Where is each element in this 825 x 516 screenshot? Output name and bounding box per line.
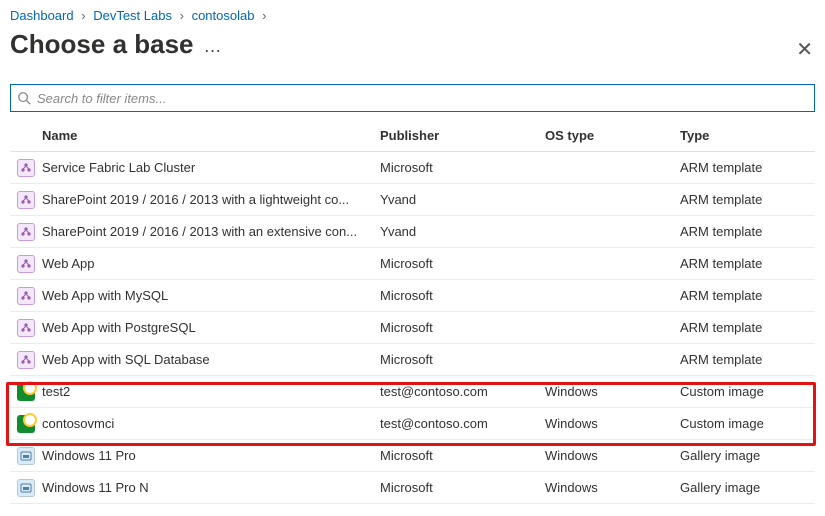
cell-type: ARM template xyxy=(680,224,815,239)
cell-type: ARM template xyxy=(680,288,815,303)
cell-type: ARM template xyxy=(680,320,815,335)
arm-template-icon xyxy=(17,255,35,273)
gallery-image-icon xyxy=(17,479,35,497)
more-actions-button[interactable]: … xyxy=(204,36,222,57)
cell-name: Web App with PostgreSQL xyxy=(42,320,380,335)
search-input[interactable] xyxy=(35,90,808,107)
table-row[interactable]: Web AppMicrosoft ARM template xyxy=(10,248,815,280)
col-header-ostype[interactable]: OS type xyxy=(545,128,680,143)
cell-name: SharePoint 2019 / 2016 / 2013 with a lig… xyxy=(42,192,380,207)
arm-template-icon xyxy=(17,351,35,369)
breadcrumb-item-contosolab[interactable]: contosolab xyxy=(192,8,255,23)
table-row[interactable]: Windows 11 ProMicrosoftWindowsGallery im… xyxy=(10,440,815,472)
cell-name: Windows 11 Pro xyxy=(42,448,380,463)
breadcrumb-item-devtestlabs[interactable]: DevTest Labs xyxy=(93,8,172,23)
cell-publisher: Yvand xyxy=(380,224,545,239)
cell-name: Web App xyxy=(42,256,380,271)
table-row[interactable]: Web App with MySQLMicrosoft ARM template xyxy=(10,280,815,312)
cell-type: Gallery image xyxy=(680,480,815,495)
cell-name: Web App with SQL Database xyxy=(42,352,380,367)
table-row[interactable]: test2test@contoso.comWindowsCustom image xyxy=(10,376,815,408)
cell-ostype: Windows xyxy=(545,416,680,431)
cell-type: Gallery image xyxy=(680,448,815,463)
cell-publisher: test@contoso.com xyxy=(380,416,545,431)
chevron-right-icon: › xyxy=(81,8,85,23)
table-row[interactable]: Web App with SQL DatabaseMicrosoft ARM te… xyxy=(10,344,815,376)
cell-ostype: Windows xyxy=(545,480,680,495)
table-row[interactable]: SharePoint 2019 / 2016 / 2013 with a lig… xyxy=(10,184,815,216)
chevron-right-icon: › xyxy=(262,8,266,23)
cell-publisher: Microsoft xyxy=(380,480,545,495)
chevron-right-icon: › xyxy=(180,8,184,23)
gallery-image-icon xyxy=(17,447,35,465)
cell-name: Web App with MySQL xyxy=(42,288,380,303)
col-header-publisher[interactable]: Publisher xyxy=(380,128,545,143)
search-icon xyxy=(17,91,31,105)
arm-template-icon xyxy=(17,159,35,177)
cell-name: Windows 11 Pro N xyxy=(42,480,380,495)
cell-name: test2 xyxy=(42,384,380,399)
cell-name: Service Fabric Lab Cluster xyxy=(42,160,380,175)
cell-type: Custom image xyxy=(680,384,815,399)
cell-publisher: test@contoso.com xyxy=(380,384,545,399)
close-button[interactable]: ✕ xyxy=(796,37,815,62)
cell-type: ARM template xyxy=(680,352,815,367)
breadcrumb-item-dashboard[interactable]: Dashboard xyxy=(10,8,74,23)
table-row[interactable]: contosovmcitest@contoso.comWindowsCustom… xyxy=(10,408,815,440)
table-row[interactable]: SharePoint 2019 / 2016 / 2013 with an ex… xyxy=(10,216,815,248)
arm-template-icon xyxy=(17,191,35,209)
arm-template-icon xyxy=(17,223,35,241)
cell-name: contosovmci xyxy=(42,416,380,431)
arm-template-icon xyxy=(17,319,35,337)
cell-type: ARM template xyxy=(680,160,815,175)
page-title: Choose a base xyxy=(10,29,194,60)
cell-publisher: Microsoft xyxy=(380,448,545,463)
cell-type: ARM template xyxy=(680,192,815,207)
cell-publisher: Microsoft xyxy=(380,160,545,175)
arm-template-icon xyxy=(17,287,35,305)
custom-image-icon xyxy=(17,383,35,401)
table-row[interactable]: Service Fabric Lab ClusterMicrosoft ARM t… xyxy=(10,152,815,184)
breadcrumb: Dashboard › DevTest Labs › contosolab › xyxy=(10,8,815,23)
cell-publisher: Yvand xyxy=(380,192,545,207)
table-header: Name Publisher OS type Type xyxy=(10,120,815,152)
col-header-name[interactable]: Name xyxy=(42,128,380,143)
cell-ostype: Windows xyxy=(545,384,680,399)
cell-type: ARM template xyxy=(680,256,815,271)
cell-publisher: Microsoft xyxy=(380,352,545,367)
cell-ostype: Windows xyxy=(545,448,680,463)
col-header-type[interactable]: Type xyxy=(680,128,815,143)
cell-publisher: Microsoft xyxy=(380,320,545,335)
custom-image-icon xyxy=(17,415,35,433)
cell-type: Custom image xyxy=(680,416,815,431)
table-row[interactable]: Windows 11 Pro NMicrosoftWindowsGallery … xyxy=(10,472,815,504)
cell-name: SharePoint 2019 / 2016 / 2013 with an ex… xyxy=(42,224,380,239)
base-table: Name Publisher OS type Type Service Fabr… xyxy=(10,120,815,504)
search-box[interactable] xyxy=(10,84,815,112)
cell-publisher: Microsoft xyxy=(380,288,545,303)
table-row[interactable]: Web App with PostgreSQLMicrosoft ARM temp… xyxy=(10,312,815,344)
cell-publisher: Microsoft xyxy=(380,256,545,271)
